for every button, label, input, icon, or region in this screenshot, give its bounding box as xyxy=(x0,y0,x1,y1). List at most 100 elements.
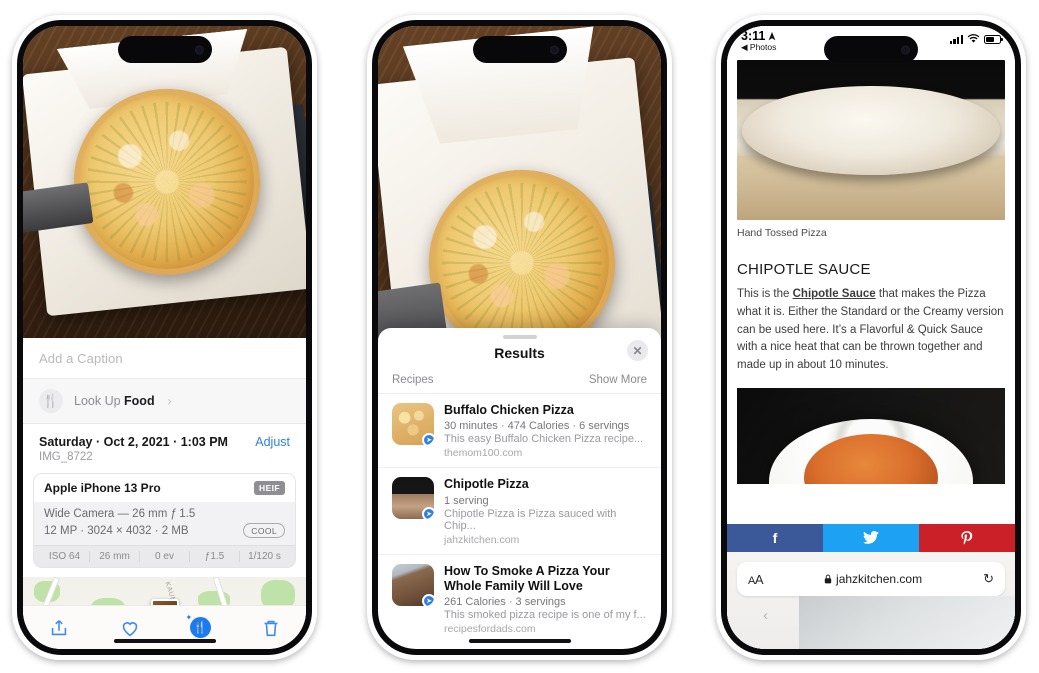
list-item[interactable]: ➤ Chipotle Pizza 1 serving Chipotle Pizz… xyxy=(378,468,661,555)
twitter-share-button[interactable] xyxy=(823,524,919,552)
recipe-description: This smoked pizza recipe is one of my f.… xyxy=(444,609,646,621)
chipotle-sauce-link[interactable]: Chipotle Sauce xyxy=(793,288,876,300)
sauce-photo xyxy=(737,388,1005,485)
status-bar: 3:11 ◀ Photos xyxy=(727,26,1015,60)
text-size-button[interactable]: AA xyxy=(748,572,764,587)
article-body: Hand Tossed Pizza CHIPOTLE SAUCE This is… xyxy=(727,60,1015,485)
safari-browser: 3:11 ◀ Photos Hand Tossed Pizza CHIPOTLE… xyxy=(727,26,1015,649)
exif-row: ISO 64 26 mm 0 ev ƒ1.5 1/120 s xyxy=(34,545,295,567)
recipe-meta: 261 Calories · 3 servings xyxy=(444,596,566,608)
exif-focal: 26 mm xyxy=(89,551,139,562)
address-bar[interactable]: AA jahzkitchen.com ↻ xyxy=(737,562,1005,596)
phone-2-screen: Results ✕ Recipes Show More ➤ Buffalo Ch… xyxy=(378,26,661,649)
pinterest-p-icon xyxy=(961,530,973,545)
visual-look-up-icon[interactable]: ✦ 🍴 xyxy=(186,613,211,638)
facebook-share-button[interactable]: f xyxy=(727,524,823,552)
cellular-signal-icon xyxy=(949,34,963,44)
results-title: Results ✕ xyxy=(378,339,661,372)
phone-2-results: Results ✕ Recipes Show More ➤ Buffalo Ch… xyxy=(367,15,672,660)
recipe-source: jahzkitchen.com xyxy=(444,533,520,546)
show-more-button[interactable]: Show More xyxy=(589,374,647,386)
trash-icon[interactable] xyxy=(260,617,282,639)
sparkle-icon: ✦ xyxy=(185,613,193,622)
back-to-app-button[interactable]: ◀ Photos xyxy=(741,43,776,52)
recipe-description: Chipotle Pizza is Pizza sauced with Chip… xyxy=(444,507,617,532)
look-up-row[interactable]: 🍴 Look Up Food › xyxy=(23,379,306,424)
twitter-bird-icon xyxy=(863,531,879,544)
metadata-header: Apple iPhone 13 Pro HEIF xyxy=(34,474,295,502)
front-camera-icon xyxy=(194,45,204,54)
list-item[interactable]: ➤ How To Smoke A Pizza Your Whole Family… xyxy=(378,555,661,644)
recipe-source: recipesfordads.com xyxy=(444,623,536,635)
location-map[interactable]: KAUMUALII xyxy=(23,577,306,605)
location-arrow-icon xyxy=(768,32,776,41)
recipe-thumbnail: ➤ xyxy=(392,563,434,606)
pizza-dough-image xyxy=(742,85,1000,176)
results-sheet: Results ✕ Recipes Show More ➤ Buffalo Ch… xyxy=(378,328,661,649)
article-hero-image xyxy=(737,60,1005,220)
phone-3-bezel: 3:11 ◀ Photos Hand Tossed Pizza CHIPOTLE… xyxy=(721,20,1021,655)
safari-badge-icon: ➤ xyxy=(422,593,434,606)
safari-badge-icon: ➤ xyxy=(422,433,434,445)
home-indicator xyxy=(468,639,571,643)
photo-date: Saturday · Oct 2, 2021 · 1:03 PM xyxy=(39,435,228,449)
back-icon[interactable]: ‹ xyxy=(763,607,768,624)
phone-2-bezel: Results ✕ Recipes Show More ➤ Buffalo Ch… xyxy=(372,20,667,655)
photo-filename: IMG_8722 xyxy=(39,451,93,463)
dynamic-island xyxy=(472,36,567,63)
lens-info: Wide Camera — 26 mm ƒ 1.5 xyxy=(44,508,196,520)
tone-badge: COOL xyxy=(243,523,285,538)
chevron-right-icon: › xyxy=(167,394,172,408)
reload-icon[interactable]: ↻ xyxy=(983,571,994,587)
heart-icon[interactable] xyxy=(119,617,141,639)
recipe-title[interactable]: Buffalo Chicken Pizza xyxy=(444,403,643,418)
pinterest-share-button[interactable] xyxy=(919,524,1015,552)
exif-aperture: ƒ1.5 xyxy=(189,551,239,562)
lock-icon xyxy=(824,574,832,584)
phone-3-safari: 3:11 ◀ Photos Hand Tossed Pizza CHIPOTLE… xyxy=(716,15,1026,660)
image-caption: Hand Tossed Pizza xyxy=(737,227,827,239)
caption-input[interactable]: Add a Caption xyxy=(23,338,306,379)
format-badge: HEIF xyxy=(254,481,285,495)
url-display[interactable]: jahzkitchen.com xyxy=(824,572,922,586)
recipe-title[interactable]: Chipotle Pizza xyxy=(444,477,647,492)
pizza-box xyxy=(23,47,306,317)
article-heading: CHIPOTLE SAUCE xyxy=(737,261,871,278)
phone-3-screen: 3:11 ◀ Photos Hand Tossed Pizza CHIPOTLE… xyxy=(727,26,1015,649)
fork-knife-icon: 🍴 xyxy=(39,389,63,413)
exif-ev: 0 ev xyxy=(139,551,189,562)
paragraph-lead: This is the xyxy=(737,288,793,300)
adjust-button[interactable]: Adjust xyxy=(255,435,290,449)
recipe-description: This easy Buffalo Chicken Pizza recipe..… xyxy=(444,433,644,446)
close-icon[interactable]: ✕ xyxy=(627,340,648,361)
list-item[interactable]: ➤ Buffalo Chicken Pizza 30 minutes · 474… xyxy=(378,394,661,469)
recipe-text: How To Smoke A Pizza Your Whole Family W… xyxy=(444,564,647,636)
paragraph-rest: that makes the Pizza what it is. Either … xyxy=(737,288,1004,372)
recipe-thumbnail: ➤ xyxy=(392,403,434,445)
url-text: jahzkitchen.com xyxy=(836,572,923,586)
camera-metadata-card[interactable]: Apple iPhone 13 Pro HEIF Wide Camera — 2… xyxy=(33,473,296,568)
section-label: Recipes xyxy=(392,374,434,386)
recipe-source: themom100.com xyxy=(444,447,523,460)
results-subheader: Recipes Show More xyxy=(378,372,661,394)
recipe-title[interactable]: How To Smoke A Pizza Your Whole Family W… xyxy=(444,564,647,595)
front-camera-icon xyxy=(549,45,559,54)
chipotle-sauce-image xyxy=(803,433,939,485)
status-left: 3:11 ◀ Photos xyxy=(741,29,776,52)
look-up-label: Look Up Food xyxy=(74,394,155,408)
share-icon[interactable] xyxy=(48,617,70,639)
article-paragraph: This is the Chipotle Sauce that makes th… xyxy=(737,286,1005,375)
metadata-body: Wide Camera — 26 mm ƒ 1.5 12 MP · 3024 ×… xyxy=(34,502,295,545)
device-name: Apple iPhone 13 Pro xyxy=(44,481,161,495)
recipe-meta: 30 minutes · 474 Calories · 6 servings xyxy=(444,420,630,433)
photo-viewer[interactable] xyxy=(23,26,306,338)
phone-1-photos: Add a Caption 🍴 Look Up Food › Saturday … xyxy=(12,15,317,660)
status-right xyxy=(949,30,1003,44)
phone-1-screen: Add a Caption 🍴 Look Up Food › Saturday … xyxy=(23,26,306,649)
exif-shutter: 1/120 s xyxy=(239,551,289,562)
home-indicator xyxy=(113,639,216,643)
battery-icon xyxy=(984,34,1003,44)
map-green-area xyxy=(90,598,125,605)
recipe-meta: 1 serving xyxy=(444,494,489,507)
photo-info-sheet: Add a Caption 🍴 Look Up Food › Saturday … xyxy=(23,338,306,605)
